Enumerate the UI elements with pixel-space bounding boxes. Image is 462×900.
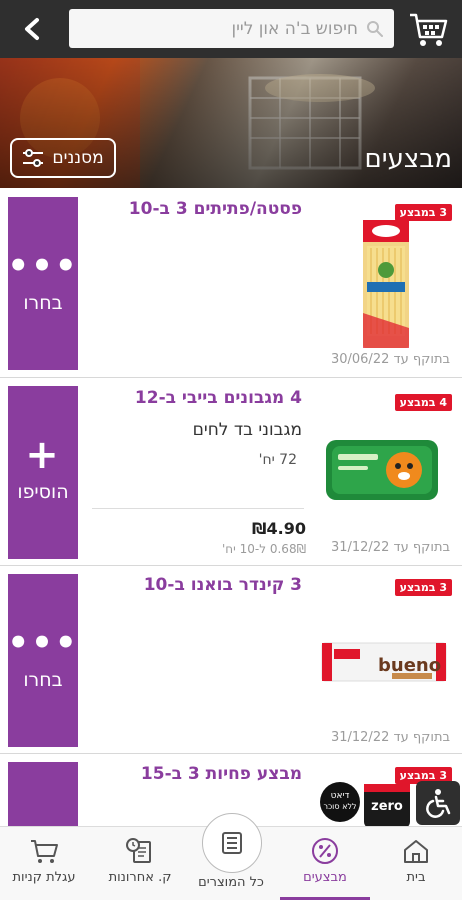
nav-deals-label: מבצעים — [303, 870, 347, 885]
choose-button[interactable] — [8, 762, 78, 826]
deal-title[interactable]: 4 מגבונים בייבי ב-12 — [135, 388, 302, 408]
wipes-product-image — [326, 440, 438, 500]
nav-all-products-button[interactable] — [202, 813, 262, 873]
nav-cart[interactable]: עגלת קניות — [0, 837, 88, 885]
cart-button[interactable] — [408, 9, 448, 49]
card-divider — [92, 508, 304, 509]
cart-icon — [31, 840, 58, 863]
bueno-logo: bueno — [378, 655, 441, 676]
valid-until: בתוקף עד 31/12/22 — [330, 540, 450, 555]
sliders-icon — [23, 149, 44, 167]
nav-recent-purchases[interactable]: ק. אחרונות — [96, 837, 184, 885]
valid-until: בתוקף עד 30/06/22 — [330, 352, 450, 367]
nav-deals[interactable]: מבצעים — [281, 837, 369, 885]
zero-logo: zero — [371, 799, 403, 814]
list-icon — [222, 832, 242, 854]
nav-cart-label: עגלת קניות — [12, 870, 76, 885]
product-name: מגבוני בד לחים — [192, 420, 302, 440]
nav-recent-label: ק. אחרונות — [108, 870, 172, 885]
accessibility-button[interactable] — [416, 781, 460, 825]
more-dots-icon: ••• — [7, 622, 79, 663]
product-unit-count: 72 יח' — [258, 452, 297, 468]
cola-zero-product-image: דיאט ללא סוכר zero — [320, 782, 410, 826]
filter-label: מסננים — [52, 148, 104, 168]
home-icon — [404, 840, 428, 863]
deals-banner: מסננים מבצעים — [0, 58, 462, 188]
chevron-left-icon — [25, 18, 39, 40]
more-dots-icon: ••• — [7, 245, 79, 286]
choose-button[interactable]: ••• בחרו — [7, 197, 79, 370]
deal-card[interactable]: + הוסיפו 4 מגבונים בייבי ב-12 4 במבצע מג… — [0, 378, 462, 566]
deal-title[interactable]: פסטה/פתיתים 3 ב-10 — [129, 199, 302, 219]
unit-price: 0.68₪ ל-10 יח' — [221, 542, 306, 556]
deal-badge: 3 במבצע — [394, 579, 452, 596]
plus-icon: + — [25, 431, 61, 478]
svg-text:ללא סוכר: ללא סוכר — [323, 802, 356, 811]
deal-card[interactable]: ••• בחרו פסטה/פתיתים 3 ב-10 3 במבצע בתוק… — [0, 188, 462, 378]
add-label: הוסיפו — [17, 480, 69, 503]
nav-all-products[interactable]: כל המוצרים — [187, 875, 275, 890]
choose-button[interactable]: ••• בחרו — [7, 574, 79, 747]
wheelchair-icon — [426, 789, 451, 818]
deal-card[interactable]: ••• בחרו 3 קינדר בואנו ב-10 3 במבצע buen… — [0, 566, 462, 754]
filter-button[interactable]: מסננים — [10, 138, 116, 178]
product-price: ₪4.90 — [252, 519, 306, 538]
top-bar — [0, 0, 462, 58]
search-bar — [69, 9, 394, 48]
nav-all-products-label: כל המוצרים — [198, 875, 264, 890]
valid-until: בתוקף עד 31/12/22 — [330, 730, 450, 745]
add-button[interactable]: + הוסיפו — [8, 386, 78, 559]
nav-home[interactable]: בית — [372, 837, 460, 885]
kinder-bueno-product-image: bueno — [321, 642, 447, 682]
page-title: מבצעים — [364, 144, 452, 174]
choose-label: בחרו — [23, 291, 63, 314]
deal-badge: 4 במבצע — [394, 394, 452, 411]
search-icon[interactable] — [366, 20, 384, 38]
deal-title[interactable]: 3 קינדר בואנו ב-10 — [144, 575, 302, 595]
receipt-icon — [126, 838, 151, 863]
deal-title[interactable]: מבצע פחיות 3 ב-15 — [141, 764, 302, 784]
bottom-navigation: עגלת קניות ק. אחרונות כל המוצרים מבצעים — [0, 813, 462, 900]
pasta-product-image — [363, 220, 409, 348]
nav-home-label: בית — [406, 870, 426, 885]
back-button[interactable] — [14, 12, 50, 46]
percent-icon — [312, 838, 338, 864]
search-input[interactable] — [98, 13, 358, 44]
cart-icon — [410, 13, 448, 46]
choose-label: בחרו — [23, 668, 63, 691]
svg-text:דיאט: דיאט — [331, 791, 350, 801]
